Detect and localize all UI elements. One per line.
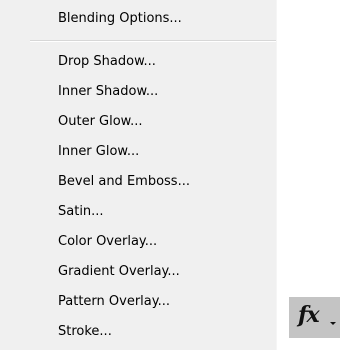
menu-item-gradient-overlay[interactable]: Gradient Overlay...	[58, 264, 180, 280]
menu-item-satin[interactable]: Satin...	[58, 204, 104, 220]
menu-item-blending-options[interactable]: Blending Options...	[58, 11, 182, 27]
fx-button[interactable]: fx	[289, 297, 340, 338]
layer-style-menu: Blending Options... Drop Shadow... Inner…	[0, 0, 277, 350]
dropdown-arrow-icon	[330, 322, 336, 325]
menu-item-bevel-and-emboss[interactable]: Bevel and Emboss...	[58, 174, 190, 190]
fx-icon: fx	[298, 302, 320, 328]
menu-item-outer-glow[interactable]: Outer Glow...	[58, 114, 143, 130]
menu-item-inner-glow[interactable]: Inner Glow...	[58, 144, 139, 160]
menu-item-inner-shadow[interactable]: Inner Shadow...	[58, 84, 158, 100]
menu-item-pattern-overlay[interactable]: Pattern Overlay...	[58, 294, 170, 310]
menu-item-drop-shadow[interactable]: Drop Shadow...	[58, 54, 156, 70]
menu-item-color-overlay[interactable]: Color Overlay...	[58, 234, 157, 250]
menu-item-stroke[interactable]: Stroke...	[58, 324, 112, 340]
menu-separator	[30, 40, 276, 42]
